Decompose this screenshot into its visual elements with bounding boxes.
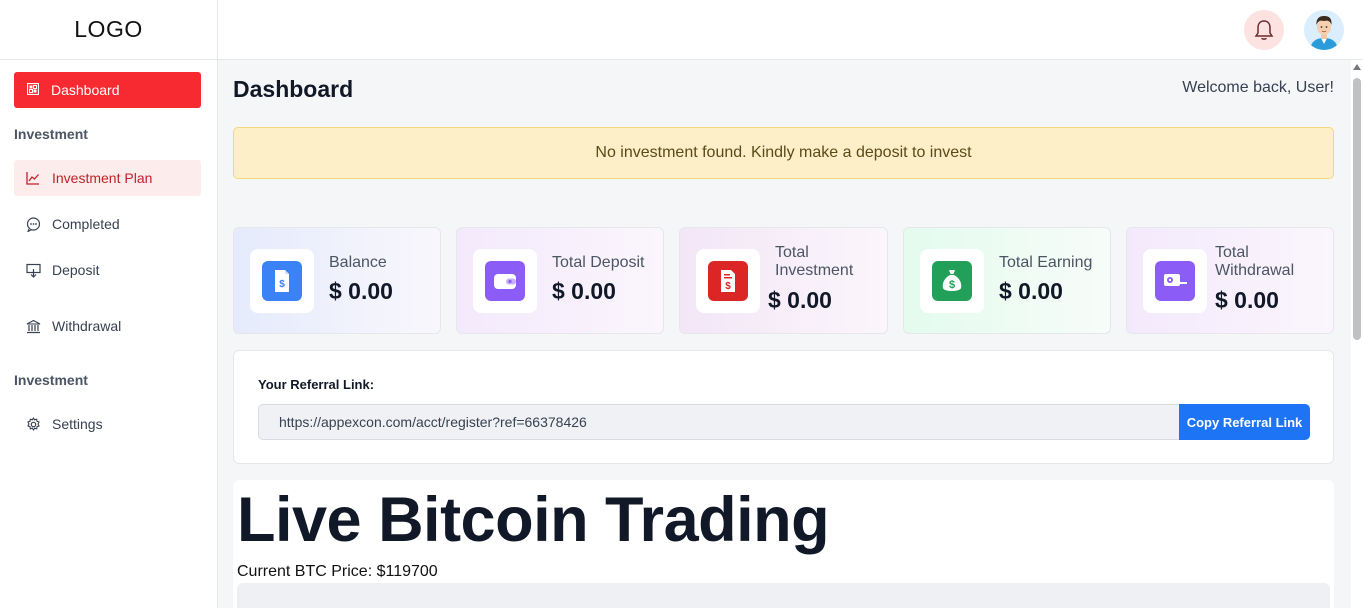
- card-icon-box: $: [920, 249, 984, 313]
- stat-card-balance: $ Balance $ 0.00: [233, 227, 441, 334]
- money-bag-icon: $: [932, 261, 972, 301]
- bank-icon: [25, 318, 41, 334]
- top-bar: [218, 0, 1363, 60]
- deposit-icon: [25, 262, 41, 278]
- sidebar: LOGO Dashboard Investment Investment Pla…: [0, 0, 218, 608]
- sidebar-section-label: Investment: [14, 372, 88, 388]
- stat-card-total-investment: $ Total Investment $ 0.00: [679, 227, 888, 334]
- stat-card-total-withdrawal: Total Withdrawal $ 0.00: [1126, 227, 1334, 334]
- referral-panel: Your Referral Link: Copy Referral Link: [233, 350, 1334, 464]
- card-icon-box: $: [250, 249, 314, 313]
- svg-text:$: $: [279, 279, 285, 290]
- chart-line-icon: [25, 170, 41, 186]
- card-value: $ 0.00: [999, 278, 1063, 304]
- card-label: Total Deposit: [552, 254, 645, 271]
- sidebar-item-label: Completed: [52, 216, 120, 232]
- bell-icon[interactable]: [1244, 10, 1284, 50]
- sidebar-item-withdrawal[interactable]: Withdrawal: [14, 308, 201, 344]
- card-label: Total Earning: [999, 254, 1093, 271]
- stat-card-total-deposit: Total Deposit $ 0.00: [456, 227, 664, 334]
- alert-banner: No investment found. Kindly make a depos…: [233, 127, 1334, 179]
- sidebar-item-investment-plan[interactable]: Investment Plan: [14, 160, 201, 196]
- card-label: Total Withdrawal: [1215, 244, 1295, 279]
- btc-chart-area: [237, 583, 1330, 608]
- sidebar-item-label: Settings: [52, 416, 103, 432]
- copy-referral-button[interactable]: Copy Referral Link: [1179, 404, 1310, 440]
- btc-price: Current BTC Price: $119700: [237, 563, 438, 580]
- scrollbar[interactable]: [1351, 60, 1363, 608]
- sidebar-item-completed[interactable]: Completed: [14, 206, 201, 242]
- svg-text:$: $: [949, 279, 955, 291]
- card-label: Total Investment: [775, 244, 854, 279]
- alert-text: No investment found. Kindly make a depos…: [595, 144, 972, 161]
- card-value: $ 0.00: [768, 287, 832, 313]
- invoice-dollar-icon: $: [708, 261, 748, 301]
- btc-heading: Live Bitcoin Trading: [237, 485, 830, 555]
- scrollbar-thumb[interactable]: [1353, 78, 1361, 340]
- sidebar-section-label: Investment: [14, 126, 88, 142]
- sidebar-item-deposit[interactable]: Deposit: [14, 252, 201, 288]
- chat-bubble-icon: [25, 216, 41, 232]
- user-avatar[interactable]: [1304, 10, 1344, 50]
- gear-icon: [25, 416, 41, 432]
- referral-link-input[interactable]: [258, 404, 1180, 440]
- wallet-icon: [485, 261, 525, 301]
- document-dollar-icon: $: [262, 261, 302, 301]
- welcome-message: Welcome back, User!: [1182, 79, 1334, 96]
- sidebar-item-settings[interactable]: Settings: [14, 406, 201, 442]
- dashboard-icon: [26, 82, 40, 98]
- svg-text:$: $: [725, 281, 731, 292]
- page-title: Dashboard: [233, 76, 354, 102]
- card-value: $ 0.00: [552, 278, 616, 304]
- sidebar-item-dashboard[interactable]: Dashboard: [14, 72, 201, 108]
- btc-panel: Live Bitcoin Trading Current BTC Price: …: [233, 480, 1334, 608]
- logo[interactable]: LOGO: [0, 0, 217, 60]
- card-label: Balance: [329, 254, 387, 271]
- card-icon-box: [473, 249, 537, 313]
- scroll-up-arrow-icon[interactable]: [1353, 64, 1361, 70]
- card-icon-box: [1143, 249, 1207, 313]
- sidebar-item-label: Deposit: [52, 262, 100, 278]
- card-icon-box: $: [696, 249, 760, 313]
- referral-label: Your Referral Link:: [258, 377, 375, 392]
- cash-icon: [1155, 261, 1195, 301]
- stat-card-total-earning: $ Total Earning $ 0.00: [903, 227, 1111, 334]
- sidebar-item-label: Dashboard: [51, 82, 120, 98]
- card-value: $ 0.00: [1215, 287, 1279, 313]
- card-value: $ 0.00: [329, 278, 393, 304]
- sidebar-item-label: Withdrawal: [52, 318, 122, 334]
- sidebar-item-label: Investment Plan: [52, 170, 153, 186]
